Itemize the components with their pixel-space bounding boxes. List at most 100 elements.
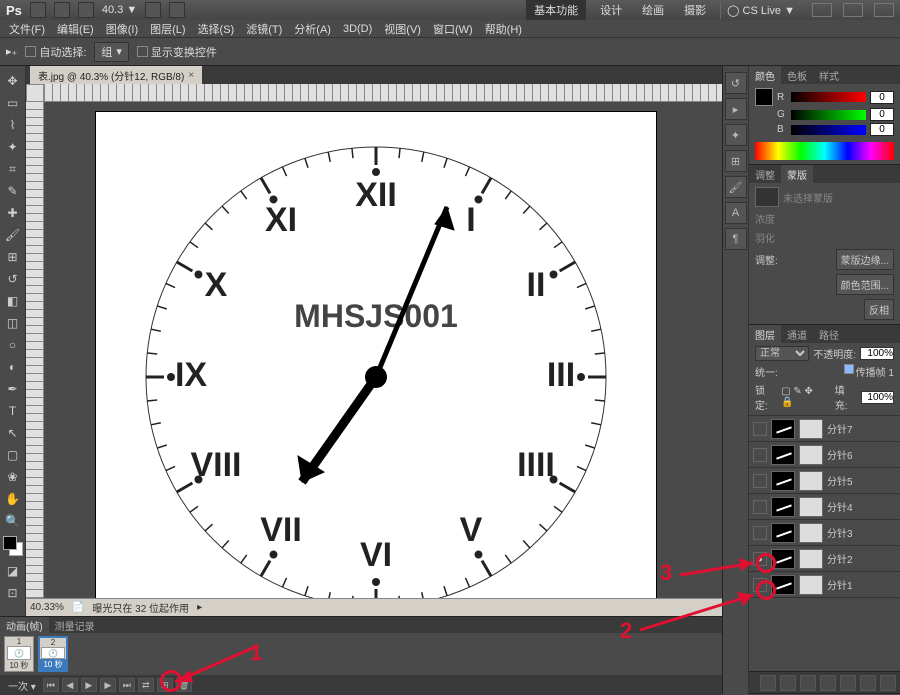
- tool-quickmask[interactable]: ◪: [2, 561, 24, 581]
- menu-filter[interactable]: 滤镜(T): [241, 19, 287, 39]
- workspace-design[interactable]: 设计: [594, 0, 628, 20]
- layer-mask-thumb[interactable]: [799, 549, 823, 569]
- tab-styles[interactable]: 样式: [813, 66, 845, 85]
- animation-frame[interactable]: 2🕐10 秒: [38, 636, 68, 672]
- window-close[interactable]: [874, 3, 894, 17]
- status-icon[interactable]: 📄: [72, 602, 84, 613]
- tool-eyedropper[interactable]: ✎: [2, 181, 24, 201]
- workspace-photo[interactable]: 摄影: [678, 0, 712, 20]
- anim-play-icon[interactable]: ▶: [81, 678, 97, 692]
- show-transform-checkbox[interactable]: 显示变换控件: [137, 44, 217, 60]
- layer-row[interactable]: 分针3: [749, 520, 900, 546]
- tool-screenmode[interactable]: ⊡: [2, 583, 24, 603]
- menu-layer[interactable]: 图层(L): [145, 19, 190, 39]
- tool-gradient[interactable]: ◫: [2, 313, 24, 333]
- tool-zoom[interactable]: 🔍: [2, 511, 24, 531]
- layer-mask-thumb[interactable]: [799, 575, 823, 595]
- menu-help[interactable]: 帮助(H): [480, 19, 527, 39]
- tab-paths[interactable]: 路径: [813, 325, 845, 344]
- layer-thumb[interactable]: [771, 419, 795, 439]
- layer-adjust-icon[interactable]: [820, 675, 836, 691]
- tb-btn-1[interactable]: [30, 2, 46, 18]
- color-spectrum[interactable]: [755, 142, 894, 160]
- layer-name[interactable]: 分针6: [827, 447, 896, 462]
- layer-visibility-icon[interactable]: ●: [753, 552, 767, 566]
- color-swatch[interactable]: [3, 536, 23, 556]
- dock-para-icon[interactable]: ¶: [725, 228, 747, 250]
- layer-row[interactable]: 分针5: [749, 468, 900, 494]
- menu-select[interactable]: 选择(S): [193, 19, 240, 39]
- canvas[interactable]: XII I II III IIII V VI VII VIII IX X XI …: [96, 112, 656, 598]
- layer-row[interactable]: 分针6: [749, 442, 900, 468]
- tool-blur[interactable]: ○: [2, 335, 24, 355]
- fill-input[interactable]: 100%: [861, 391, 894, 404]
- layer-mask-thumb[interactable]: [799, 523, 823, 543]
- tab-measurement[interactable]: 测量记录: [49, 617, 101, 634]
- layer-row[interactable]: 分针4: [749, 494, 900, 520]
- layer-fx-icon[interactable]: [780, 675, 796, 691]
- menu-view[interactable]: 视图(V): [379, 19, 426, 39]
- tb-btn-2[interactable]: [54, 2, 70, 18]
- ruler-horizontal[interactable]: [44, 84, 722, 102]
- layer-thumb[interactable]: [771, 549, 795, 569]
- color-fg-swatch[interactable]: [755, 88, 773, 106]
- layer-visibility-icon[interactable]: [753, 578, 767, 592]
- dock-brush-icon[interactable]: ✦: [725, 124, 747, 146]
- canvas-viewport[interactable]: XII I II III IIII V VI VII VIII IX X XI …: [26, 84, 722, 598]
- anim-next-icon[interactable]: ▶: [100, 678, 116, 692]
- window-min[interactable]: [812, 3, 832, 17]
- tab-swatches[interactable]: 色板: [781, 66, 813, 85]
- layer-visibility-icon[interactable]: [753, 474, 767, 488]
- tool-hand[interactable]: ✋: [2, 489, 24, 509]
- tb-btn-5[interactable]: [169, 2, 185, 18]
- tool-stamp[interactable]: ⊞: [2, 247, 24, 267]
- loop-dropdown[interactable]: 一次 ▾: [4, 678, 40, 693]
- tool-pen[interactable]: ✒: [2, 379, 24, 399]
- layer-name[interactable]: 分针5: [827, 473, 896, 488]
- tool-wand[interactable]: ✦: [2, 137, 24, 157]
- propagate-checkbox[interactable]: 传播帧 1: [844, 364, 894, 379]
- slider-b[interactable]: [791, 125, 866, 135]
- layer-new-icon[interactable]: [860, 675, 876, 691]
- dock-history-icon[interactable]: ↺: [725, 72, 747, 94]
- tb-btn-3[interactable]: [78, 2, 94, 18]
- frames-strip[interactable]: 1🕐10 秒2🕐10 秒: [0, 633, 722, 675]
- tab-channels[interactable]: 通道: [781, 325, 813, 344]
- tool-3d[interactable]: ❀: [2, 467, 24, 487]
- layer-mask-icon[interactable]: [800, 675, 816, 691]
- tool-eraser[interactable]: ◧: [2, 291, 24, 311]
- tool-type[interactable]: T: [2, 401, 24, 421]
- layer-row[interactable]: ●分针2: [749, 546, 900, 572]
- layer-name[interactable]: 分针3: [827, 525, 896, 540]
- layer-visibility-icon[interactable]: [753, 526, 767, 540]
- menu-analysis[interactable]: 分析(A): [289, 19, 336, 39]
- tab-layers[interactable]: 图层: [749, 325, 781, 344]
- layer-name[interactable]: 分针7: [827, 421, 896, 436]
- ruler-origin[interactable]: [26, 84, 44, 102]
- cslive-button[interactable]: ◯ CS Live ▼: [720, 2, 801, 19]
- tool-move[interactable]: ✥: [2, 71, 24, 91]
- slider-r[interactable]: [791, 92, 866, 102]
- layer-thumb[interactable]: [771, 497, 795, 517]
- tool-history-brush[interactable]: ↺: [2, 269, 24, 289]
- tab-masks[interactable]: 蒙版: [781, 165, 813, 184]
- anim-prev-icon[interactable]: ◀: [62, 678, 78, 692]
- value-g[interactable]: 0: [870, 108, 894, 121]
- dock-actions-icon[interactable]: ▸: [725, 98, 747, 120]
- menu-file[interactable]: 文件(F): [4, 19, 50, 39]
- menu-3d[interactable]: 3D(D): [338, 21, 377, 37]
- btn-mask-edge[interactable]: 蒙版边缘...: [836, 249, 894, 270]
- status-arrow[interactable]: ▸: [197, 602, 202, 613]
- workspace-paint[interactable]: 绘画: [636, 0, 670, 20]
- layer-delete-icon[interactable]: [880, 675, 896, 691]
- layer-thumb[interactable]: [771, 471, 795, 491]
- lock-icons[interactable]: ▢ ✎ ✥ 🔒: [781, 386, 827, 408]
- tool-shape[interactable]: ▢: [2, 445, 24, 465]
- anim-first-icon[interactable]: ⏮: [43, 678, 59, 692]
- menu-window[interactable]: 窗口(W): [428, 19, 478, 39]
- layers-list[interactable]: 分针7分针6分针5分针4分针3●分针2分针1: [749, 416, 900, 671]
- layer-visibility-icon[interactable]: [753, 422, 767, 436]
- layer-mask-thumb[interactable]: [799, 445, 823, 465]
- layer-thumb[interactable]: [771, 445, 795, 465]
- btn-color-range[interactable]: 颜色范围...: [836, 274, 894, 295]
